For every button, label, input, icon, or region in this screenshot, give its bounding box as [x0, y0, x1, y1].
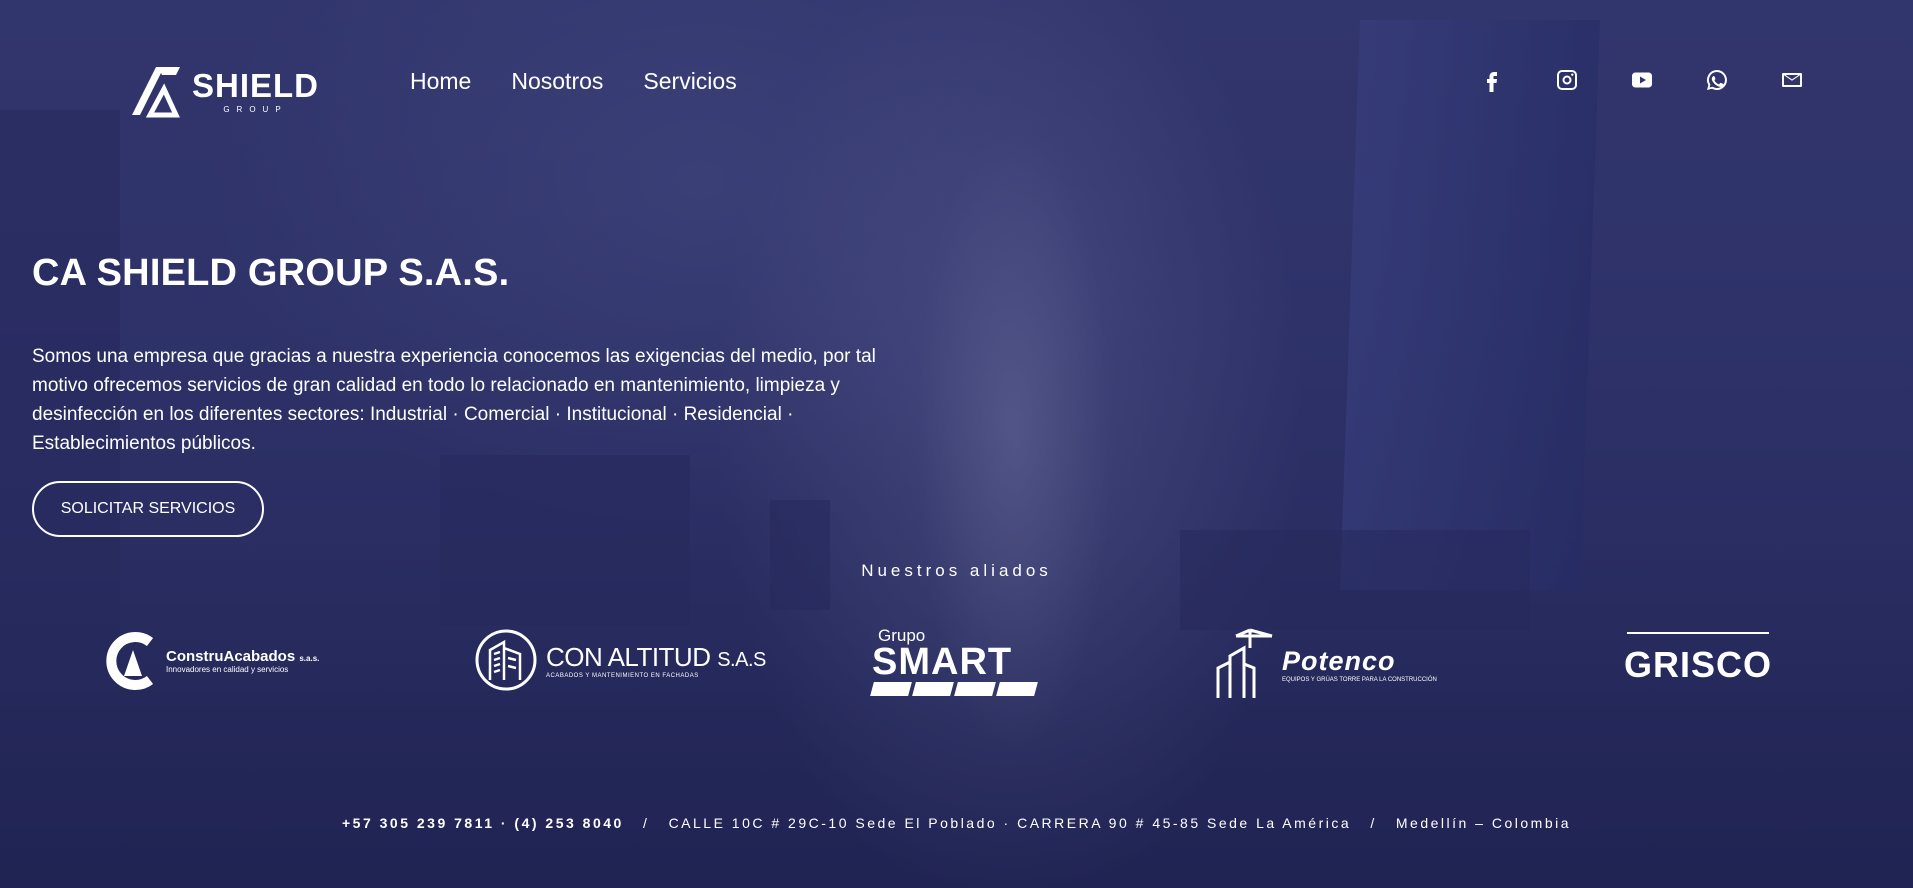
construacabados-icon	[106, 632, 154, 690]
nav-home[interactable]: Home	[410, 68, 471, 95]
construacabados-name: ConstruAcabados	[166, 648, 296, 665]
nav-servicios[interactable]: Servicios	[643, 68, 736, 95]
allies-title: Nuestros aliados	[861, 561, 1052, 580]
conaltitud-suffix: S.A.S	[717, 648, 766, 671]
conaltitud-icon	[475, 629, 537, 691]
smart-tiles	[870, 682, 1038, 696]
instagram-icon[interactable]	[1553, 66, 1580, 93]
ally-potenco-logo[interactable]: Potenco EQUIPOS Y GRÚAS TORRE PARA LA CO…	[1214, 628, 1437, 700]
ally-construacabados-logo[interactable]: ConstruAcabados s.a.s. Innovadores en ca…	[104, 628, 319, 694]
youtube-icon[interactable]	[1628, 66, 1655, 93]
grisco-name: GRISCO	[1624, 644, 1773, 685]
brand-word: SHIELD	[192, 66, 320, 104]
footer-address: CALLE 10C # 29C-10 Sede El Poblado · CAR…	[668, 815, 1352, 831]
smart-name: SMART	[872, 641, 1013, 683]
ally-conaltitud-logo[interactable]: CON ALTITUD S.A.S ACABADOS Y MANTENIMIEN…	[474, 628, 766, 692]
potenco-crane-icon	[1216, 628, 1273, 698]
potenco-tagline: EQUIPOS Y GRÚAS TORRE PARA LA CONSTRUCCI…	[1282, 676, 1437, 683]
footer-phone[interactable]: +57 305 239 7811 · (4) 253 8040	[342, 815, 624, 831]
whatsapp-icon[interactable]	[1703, 66, 1730, 93]
conaltitud-name: CON ALTITUD	[546, 641, 711, 672]
ally-grisco-logo[interactable]: GRISCO	[1624, 632, 1772, 686]
shield-logo-icon	[132, 67, 180, 118]
facebook-icon[interactable]	[1478, 66, 1505, 93]
footer-sep-1: /	[643, 815, 650, 831]
main-nav: Home Nosotros Servicios	[410, 68, 737, 95]
construacabados-tagline: Innovadores en calidad y servicios	[166, 665, 289, 674]
footer-city: Medellín – Colombia	[1395, 815, 1571, 831]
footer-sep-2: /	[1370, 815, 1377, 831]
hero-title: CA SHIELD GROUP S.A.S.	[32, 252, 510, 294]
construacabados-suffix: s.a.s.	[299, 654, 320, 663]
ally-smart-logo[interactable]: Grupo SMART	[870, 627, 1038, 696]
grisco-bar	[1627, 632, 1769, 634]
brand-logo[interactable]: SHIELD GROUP	[128, 62, 328, 120]
allies-logos: ConstruAcabados s.a.s. Innovadores en ca…	[0, 620, 1913, 710]
nav-nosotros[interactable]: Nosotros	[511, 68, 603, 95]
conaltitud-tagline: ACABADOS Y MANTENIMIENTO EN FACHADAS	[546, 672, 699, 679]
social-links	[1478, 66, 1805, 93]
hero-description: Somos una empresa que gracias a nuestra …	[32, 346, 876, 454]
brand-sub: GROUP	[223, 104, 288, 114]
mail-icon[interactable]	[1778, 66, 1805, 93]
request-services-button[interactable]: SOLICITAR SERVICIOS	[32, 481, 264, 537]
contact-footer: +57 305 239 7811 · (4) 253 8040 / CALLE …	[0, 815, 1913, 831]
potenco-name: Potenco	[1282, 645, 1396, 676]
